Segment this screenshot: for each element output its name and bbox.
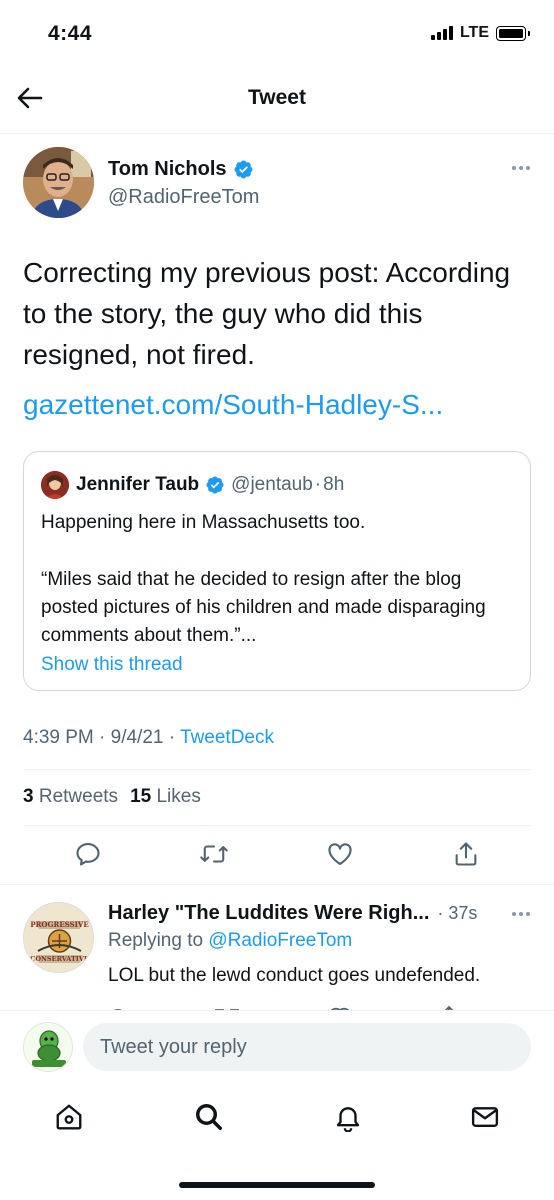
retweets-label: Retweets <box>38 786 119 807</box>
more-icon[interactable] <box>512 912 530 916</box>
like-icon[interactable] <box>326 840 354 868</box>
tweet-timestamp: 4:39 PM · 9/4/21 · <box>23 727 181 748</box>
quoted-text-line-1: Happening here in Massachusetts too. <box>41 512 366 533</box>
reply-icon[interactable] <box>74 840 102 868</box>
notifications-icon[interactable] <box>333 1102 363 1132</box>
quoted-header: Jennifer Taub @jentaub · 8h <box>76 474 344 496</box>
home-indicator <box>179 1182 375 1188</box>
home-icon[interactable] <box>54 1102 84 1132</box>
quoted-text-line-2: “Miles said that he decided to resign af… <box>41 569 486 646</box>
author-name[interactable]: Tom Nichols <box>108 158 254 181</box>
svg-text:PROGRESSIVE: PROGRESSIVE <box>30 920 88 929</box>
engagement-stats: 3 Retweets 15 Likes <box>23 786 201 808</box>
likes-label: Likes <box>156 786 201 807</box>
verified-badge-icon <box>205 475 225 495</box>
reply-header: Harley "The Luddites Were Righ... · 37s <box>108 902 528 925</box>
search-icon[interactable] <box>194 1102 224 1132</box>
avatar[interactable] <box>23 147 94 218</box>
likes-stat[interactable]: 15 Likes <box>130 786 201 808</box>
show-thread-link[interactable]: Show this thread <box>41 654 183 676</box>
divider <box>0 133 554 134</box>
svg-text:CONSERVATIVE: CONSERVATIVE <box>30 955 89 963</box>
page-title: Tweet <box>248 86 306 109</box>
reply-author-name[interactable]: Harley "The Luddites Were Righ... <box>108 902 429 925</box>
separator-dot: · <box>314 474 322 495</box>
quoted-author-name: Jennifer Taub <box>76 474 200 495</box>
replying-to-prefix: Replying to <box>108 930 209 951</box>
verified-badge-icon <box>233 159 254 180</box>
battery-icon <box>496 25 530 41</box>
divider <box>23 769 531 770</box>
reply-avatar[interactable]: PROGRESSIVE CONSERVATIVE <box>23 902 94 973</box>
quoted-avatar <box>41 471 69 499</box>
tweet-meta: 4:39 PM · 9/4/21 · TweetDeck <box>23 727 274 749</box>
divider <box>0 884 554 885</box>
divider <box>23 825 531 826</box>
reply-input[interactable] <box>83 1023 531 1071</box>
signal-icon <box>430 26 453 40</box>
status-indicators: LTE <box>430 24 530 42</box>
retweets-count: 3 <box>23 786 34 807</box>
retweets-stat[interactable]: 3 Retweets <box>23 786 118 808</box>
share-icon[interactable] <box>452 840 480 868</box>
quoted-time: 8h <box>323 474 345 495</box>
quoted-author-handle: @jentaub <box>231 474 313 495</box>
quoted-tweet[interactable]: Jennifer Taub @jentaub · 8h Happening he… <box>23 451 531 691</box>
reply-time: · 37s <box>437 903 478 923</box>
messages-icon[interactable] <box>470 1102 500 1132</box>
replying-to: Replying to @RadioFreeTom <box>108 930 352 952</box>
author-name-text: Tom Nichols <box>108 158 227 180</box>
replying-to-handle[interactable]: @RadioFreeTom <box>208 930 352 951</box>
author-handle[interactable]: @RadioFreeTom <box>108 186 259 209</box>
tweet-link[interactable]: gazettenet.com/South-Hadley-S... <box>23 384 443 425</box>
tweet-source-link[interactable]: TweetDeck <box>180 727 274 748</box>
more-icon[interactable] <box>512 166 530 170</box>
retweet-icon[interactable] <box>199 840 229 868</box>
status-time: 4:44 <box>48 22 93 45</box>
likes-count: 15 <box>130 786 152 807</box>
my-avatar[interactable] <box>23 1022 73 1072</box>
tweet-text: Correcting my previous post: According t… <box>23 257 511 370</box>
reply-text: LOL but the lewd conduct goes undefended… <box>108 965 481 986</box>
network-label: LTE <box>459 24 489 41</box>
bottom-tab-bar <box>0 1090 554 1150</box>
